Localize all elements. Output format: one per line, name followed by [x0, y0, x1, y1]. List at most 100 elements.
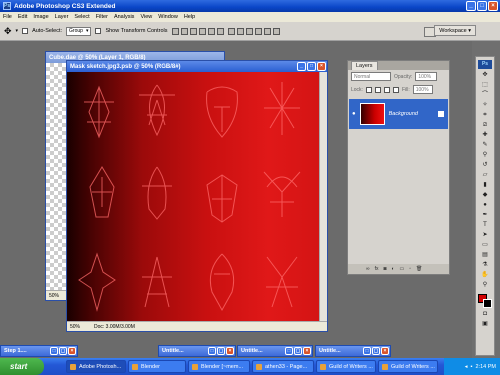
- align-vcenter-icon[interactable]: [180, 27, 188, 35]
- menu-layer[interactable]: Layer: [55, 14, 69, 20]
- menu-edit[interactable]: Edit: [18, 14, 27, 20]
- close-button[interactable]: ×: [381, 347, 389, 355]
- eyedropper-tool-icon[interactable]: ⚗: [479, 261, 491, 269]
- pen-tool-icon[interactable]: ✒: [479, 211, 491, 219]
- slice-tool-icon[interactable]: ⧄: [479, 121, 491, 129]
- maximize-button[interactable]: □: [477, 1, 487, 11]
- move-tool-icon[interactable]: ✥: [4, 26, 12, 37]
- new-group-icon[interactable]: ▭: [400, 266, 405, 272]
- image-canvas[interactable]: [67, 72, 319, 322]
- close-button[interactable]: ×: [68, 347, 76, 355]
- eraser-tool-icon[interactable]: ▱: [479, 171, 491, 179]
- taskbar-item-blender[interactable]: Blender: [128, 360, 186, 373]
- distribute-vcenter-icon[interactable]: [236, 27, 244, 35]
- tab-layers[interactable]: Layers: [351, 61, 378, 70]
- crop-tool-icon[interactable]: ⌗: [479, 111, 491, 119]
- document-title-bar[interactable]: Mask sketch.jpg3.psb @ 50% (RGB/8#) _ □ …: [67, 61, 327, 72]
- restore-button[interactable]: □: [50, 347, 58, 355]
- menu-view[interactable]: View: [140, 14, 152, 20]
- taskbar-item-guild-2[interactable]: Guild of Writers ...: [378, 360, 438, 373]
- close-button[interactable]: ×: [226, 347, 234, 355]
- maximize-button[interactable]: ▢: [294, 347, 302, 355]
- workspace-dropdown[interactable]: Workspace ▾: [434, 25, 476, 36]
- align-hcenter-icon[interactable]: [207, 27, 215, 35]
- blur-tool-icon[interactable]: ◆: [479, 191, 491, 199]
- lock-all-icon[interactable]: [392, 86, 399, 93]
- menu-help[interactable]: Help: [184, 14, 195, 20]
- distribute-left-icon[interactable]: [254, 27, 262, 35]
- distribute-top-icon[interactable]: [227, 27, 235, 35]
- menu-analysis[interactable]: Analysis: [114, 14, 134, 20]
- add-mask-icon[interactable]: ◙: [383, 266, 386, 272]
- taskbar-item-blender-mem[interactable]: Blender [~mem...: [188, 360, 250, 373]
- taskbar-item-photoshop[interactable]: Adobe Photosh...: [66, 360, 126, 373]
- new-layer-icon[interactable]: ▫: [409, 266, 411, 272]
- network-icon[interactable]: ▪: [471, 364, 473, 370]
- background-color-swatch[interactable]: [483, 299, 492, 308]
- close-button[interactable]: ×: [303, 347, 311, 355]
- layer-style-icon[interactable]: fx: [375, 266, 379, 272]
- link-layers-icon[interactable]: ∞: [366, 266, 370, 272]
- minimized-window[interactable]: Untitle... □ ▢ ×: [315, 345, 391, 357]
- clock[interactable]: 2:14 PM: [476, 364, 496, 370]
- align-bottom-icon[interactable]: [189, 27, 197, 35]
- minimized-window[interactable]: Step 1.... □ ▢ ×: [0, 345, 78, 357]
- menu-select[interactable]: Select: [74, 14, 89, 20]
- maximize-button[interactable]: ▢: [59, 347, 67, 355]
- document-window-mask-sketch[interactable]: Mask sketch.jpg3.psb @ 50% (RGB/8#) _ □ …: [66, 60, 328, 332]
- menu-image[interactable]: Image: [33, 14, 48, 20]
- healing-brush-tool-icon[interactable]: ✚: [479, 131, 491, 139]
- taskbar-item-athen33[interactable]: athen33 - Page...: [252, 360, 314, 373]
- quick-mask-icon[interactable]: ◘: [479, 310, 491, 318]
- path-selection-tool-icon[interactable]: ➤: [479, 231, 491, 239]
- screen-mode-icon[interactable]: ▣: [479, 320, 491, 328]
- close-button[interactable]: ×: [488, 1, 498, 11]
- move-tool-icon[interactable]: ✥: [479, 71, 491, 79]
- taskbar-item-guild-1[interactable]: Guild of Writers ...: [316, 360, 376, 373]
- menu-window[interactable]: Window: [158, 14, 178, 20]
- tool-preset-chevron-icon[interactable]: ▾: [16, 28, 19, 34]
- align-top-icon[interactable]: [171, 27, 179, 35]
- align-left-icon[interactable]: [198, 27, 206, 35]
- zoom-level[interactable]: 50%: [49, 293, 59, 299]
- start-button[interactable]: start: [0, 358, 44, 375]
- restore-button[interactable]: □: [285, 347, 293, 355]
- eye-icon[interactable]: ●: [352, 111, 356, 117]
- auto-select-dropdown[interactable]: Group ▾: [66, 26, 92, 36]
- distribute-hcenter-icon[interactable]: [263, 27, 271, 35]
- restore-button[interactable]: □: [363, 347, 371, 355]
- menu-file[interactable]: File: [3, 14, 12, 20]
- layer-row-background[interactable]: ● Background: [349, 99, 448, 129]
- opacity-field[interactable]: 100%: [415, 72, 438, 81]
- history-brush-tool-icon[interactable]: ↺: [479, 161, 491, 169]
- zoom-level[interactable]: 50%: [70, 324, 80, 330]
- maximize-button[interactable]: □: [307, 62, 316, 71]
- auto-select-checkbox[interactable]: [22, 28, 29, 34]
- color-swatches[interactable]: [478, 294, 492, 308]
- dodge-tool-icon[interactable]: ●: [479, 201, 491, 209]
- minimized-window[interactable]: Untitle... □ ▢ ×: [158, 345, 236, 357]
- zoom-tool-icon[interactable]: ⚲: [479, 281, 491, 289]
- distribute-bottom-icon[interactable]: [245, 27, 253, 35]
- align-right-icon[interactable]: [216, 27, 224, 35]
- type-tool-icon[interactable]: T: [479, 221, 491, 229]
- menu-filter[interactable]: Filter: [96, 14, 108, 20]
- lock-transparency-icon[interactable]: [365, 86, 372, 93]
- brush-tool-icon[interactable]: ✎: [479, 141, 491, 149]
- gradient-tool-icon[interactable]: ▮: [479, 181, 491, 189]
- maximize-button[interactable]: ▢: [372, 347, 380, 355]
- minimize-button[interactable]: _: [466, 1, 476, 11]
- restore-button[interactable]: □: [208, 347, 216, 355]
- adjustment-layer-icon[interactable]: ◐: [392, 266, 395, 272]
- notes-tool-icon[interactable]: ▤: [479, 251, 491, 259]
- minimized-window[interactable]: Untitle... □ ▢ ×: [237, 345, 313, 357]
- hand-tool-icon[interactable]: ✋: [479, 271, 491, 279]
- document-size-info[interactable]: Doc: 3.00M/3.00M: [94, 324, 135, 330]
- lasso-tool-icon[interactable]: ⌒: [479, 91, 491, 99]
- trash-icon[interactable]: 🗑: [416, 266, 422, 272]
- lock-position-icon[interactable]: [383, 86, 390, 93]
- distribute-right-icon[interactable]: [272, 27, 280, 35]
- vertical-scrollbar[interactable]: [319, 72, 327, 321]
- marquee-tool-icon[interactable]: ⬚: [479, 81, 491, 89]
- maximize-button[interactable]: ▢: [217, 347, 225, 355]
